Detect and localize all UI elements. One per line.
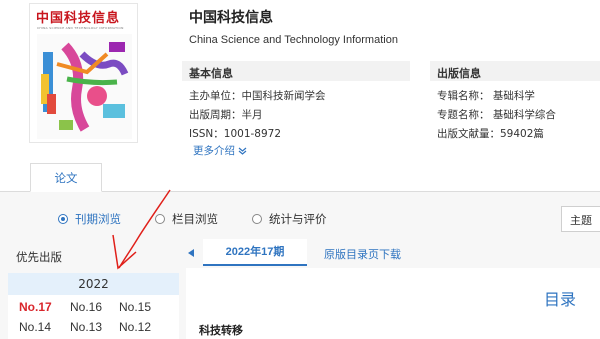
issue-link[interactable]: No.12 [119, 320, 151, 334]
tab-papers[interactable]: 论文 [30, 163, 102, 192]
journal-cover[interactable]: 中国科技信息 CHINA SCIENCE AND TECHNOLOGY INFO… [29, 3, 138, 143]
issue-link[interactable]: No.16 [70, 300, 102, 314]
issue-link[interactable]: No.14 [19, 320, 51, 334]
more-intro-label: 更多介绍 [193, 145, 235, 157]
year-header[interactable]: 2022 [8, 273, 179, 295]
topic-text: 专题名称： 基础科学综合 [437, 109, 556, 121]
issn-text: ISSN：1001-8972 [189, 128, 282, 140]
radio-stats-label: 统计与评价 [269, 212, 327, 226]
radio-browse-by-issue[interactable]: 刊期浏览 [58, 211, 121, 227]
cover-title: 中国科技信息 [36, 11, 121, 26]
cover-artwork [37, 34, 132, 139]
cycle-text: 出版周期：半月 [189, 109, 263, 121]
download-original-toc-link[interactable]: 原版目录页下载 [324, 246, 401, 262]
publication-info-heading: 出版信息 [437, 67, 481, 80]
radio-selected-icon [58, 214, 68, 224]
section-heading: 科技转移 [199, 324, 243, 337]
radio-unselected-icon [252, 214, 262, 224]
publication-info-header: 出版信息 [430, 61, 600, 81]
sponsor-text: 主办单位：中国科技新闻学会 [189, 90, 326, 102]
basic-info-header: 基本信息 [182, 61, 410, 81]
issue-content-panel [186, 268, 600, 339]
year-panel: 2022 No.17 No.16 No.15 No.14 No.13 No.12 [8, 273, 179, 339]
tab-current-issue[interactable]: 2022年17期 [203, 239, 307, 266]
basic-info-heading: 基本信息 [189, 67, 233, 80]
radio-unselected-icon [155, 214, 165, 224]
radio-stats[interactable]: 统计与评价 [252, 211, 327, 227]
more-intro-link[interactable]: 更多介绍 [193, 143, 247, 158]
issue-link[interactable]: No.15 [119, 300, 151, 314]
double-chevron-down-icon [238, 147, 247, 155]
issue-link[interactable]: No.13 [70, 320, 102, 334]
topic-select[interactable]: 主题 [561, 206, 600, 232]
issue-link[interactable]: No.17 [19, 300, 52, 314]
radio-browse-by-issue-label: 刊期浏览 [75, 212, 121, 226]
subject-text: 专辑名称： 基础科学 [437, 90, 535, 102]
previous-issue-arrow-icon[interactable] [188, 249, 194, 257]
cover-subtitle: CHINA SCIENCE AND TECHNOLOGY INFORMATION [37, 26, 124, 30]
journal-title: 中国科技信息 [189, 10, 273, 26]
radio-browse-by-column-label: 栏目浏览 [172, 212, 218, 226]
priority-publish-link[interactable]: 优先出版 [16, 249, 62, 265]
radio-browse-by-column[interactable]: 栏目浏览 [155, 211, 218, 227]
toc-heading: 目录 [544, 290, 577, 309]
article-count-text: 出版文献量：59402篇 [437, 128, 544, 140]
journal-english-title: China Science and Technology Information [189, 34, 398, 46]
